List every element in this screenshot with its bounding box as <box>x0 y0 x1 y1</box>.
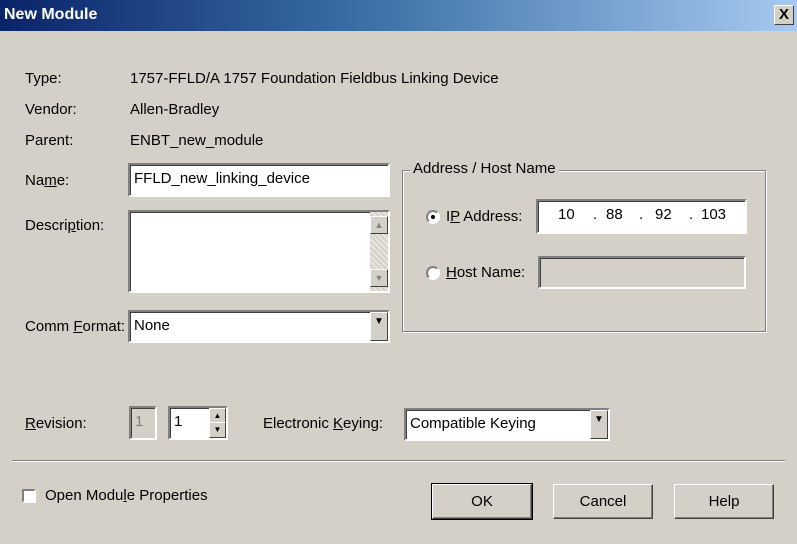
name-input-value: FFLD_new_linking_device <box>134 170 310 187</box>
description-scrollbar[interactable]: ▲ ▼ <box>370 212 388 291</box>
ip-dot: . <box>593 206 598 223</box>
ip-octet-2: 88 <box>606 206 623 223</box>
name-input[interactable]: FFLD_new_linking_device <box>128 163 390 197</box>
host-name-radio[interactable] <box>426 266 440 280</box>
host-name-label: Host Name: <box>446 264 526 281</box>
ip-address-label: IP Address: <box>446 208 523 225</box>
revision-major-value: 1 <box>135 413 144 430</box>
open-module-properties-label[interactable]: Open Module Properties <box>45 487 208 505</box>
keying-select[interactable]: Compatible Keying ▼ <box>404 408 610 441</box>
ip-octet-3: 92 <box>655 206 672 223</box>
vendor-value: Allen-Bradley <box>130 101 220 118</box>
keying-value: Compatible Keying <box>410 415 536 432</box>
ip-octet-4: 103 <box>701 206 727 223</box>
comm-format-label: Comm Format: <box>25 318 126 335</box>
spin-down-icon[interactable]: ▼ <box>209 422 226 438</box>
revision-major-input[interactable]: 1 <box>129 406 157 440</box>
parent-label: Parent: <box>25 132 74 149</box>
type-value: 1757-FFLD/A 1757 Foundation Fieldbus Lin… <box>130 70 499 87</box>
chevron-down-icon[interactable]: ▼ <box>370 312 388 341</box>
ip-address-radio[interactable] <box>426 210 440 224</box>
comm-format-select[interactable]: None ▼ <box>128 310 390 343</box>
help-button[interactable]: Help <box>674 484 774 519</box>
description-label: Description: <box>25 217 105 234</box>
type-label: Type: <box>25 70 62 87</box>
separator <box>12 460 785 462</box>
parent-value: ENBT_new_module <box>130 132 264 149</box>
ip-dot: . <box>689 206 694 223</box>
ip-address-input[interactable]: 10 . 88 . 92 . 103 <box>536 199 747 234</box>
close-icon: X <box>778 6 789 23</box>
host-name-input[interactable] <box>538 256 746 289</box>
scroll-up-icon[interactable]: ▲ <box>370 216 388 234</box>
revision-label: Revision: <box>25 415 87 432</box>
ip-octet-1: 10 <box>558 206 575 223</box>
address-group <box>402 170 766 332</box>
scroll-down-icon[interactable]: ▼ <box>370 269 388 287</box>
ip-dot: . <box>639 206 644 223</box>
address-group-label: Address / Host Name <box>410 160 559 178</box>
revision-minor-value: 1 <box>174 413 183 430</box>
chevron-down-icon[interactable]: ▼ <box>590 410 608 439</box>
dialog-title: New Module <box>4 6 98 23</box>
vendor-label: Vendor: <box>25 101 77 118</box>
close-button[interactable]: X <box>774 5 794 25</box>
ok-button[interactable]: OK <box>431 483 533 520</box>
description-input[interactable]: ▲ ▼ <box>128 210 390 293</box>
keying-label: Electronic Keying: <box>263 415 384 432</box>
open-module-properties-checkbox[interactable] <box>22 489 36 503</box>
cancel-button[interactable]: Cancel <box>553 484 653 519</box>
name-label: Name: <box>25 172 70 189</box>
title-bar: New Module X <box>0 0 797 31</box>
comm-format-value: None <box>134 317 170 334</box>
revision-minor-input[interactable]: 1 ▲ ▼ <box>168 406 228 440</box>
revision-spinner[interactable]: ▲ ▼ <box>209 408 226 440</box>
